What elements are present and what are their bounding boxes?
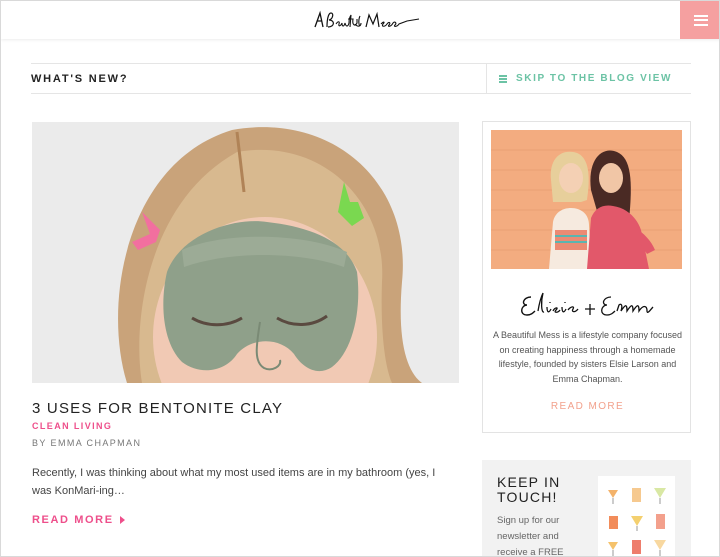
about-read-more-link[interactable]: READ MORE xyxy=(483,401,692,412)
article-category[interactable]: CLEAN LIVING xyxy=(32,421,112,431)
skip-to-blog-label: SKIP TO THE BLOG VIEW xyxy=(516,73,673,84)
founders-photo xyxy=(491,130,682,269)
logo-script-icon xyxy=(314,10,420,28)
article-author: BY EMMA CHAPMAN xyxy=(32,438,142,448)
article-image[interactable] xyxy=(32,122,459,383)
article-read-more-label: READ MORE xyxy=(32,514,114,526)
article-excerpt: Recently, I was thinking about what my m… xyxy=(32,467,436,497)
article-read-more-link[interactable]: READ MORE xyxy=(32,514,125,526)
article-title[interactable]: 3 USES FOR BENTONITE CLAY xyxy=(32,400,283,417)
newsletter-heading: KEEP IN TOUCH! xyxy=(497,474,561,505)
about-description: A Beautiful Mess is a lifestyle company … xyxy=(492,330,683,384)
page-frame: WHAT'S NEW? SKIP TO THE BLOG VIEW 3 USES… xyxy=(0,0,720,557)
skip-to-blog-link[interactable]: SKIP TO THE BLOG VIEW xyxy=(499,73,672,84)
bar-divider xyxy=(486,64,487,93)
signature-script-icon xyxy=(521,292,654,316)
top-bar xyxy=(1,1,719,39)
newsletter-card: KEEP IN TOUCH! Sign up for our newslette… xyxy=(482,460,691,557)
whats-new-title: WHAT'S NEW? xyxy=(31,73,129,85)
founders-signature xyxy=(513,287,663,323)
founders-illustration xyxy=(491,130,682,269)
list-icon xyxy=(499,74,507,83)
hamburger-icon xyxy=(693,14,708,26)
newsletter-body: Sign up for our newsletter and receive a… xyxy=(497,515,564,557)
newsletter-thumbnail[interactable] xyxy=(598,476,675,556)
face-mask-photo xyxy=(32,122,459,383)
about-card: A Beautiful Mess is a lifestyle company … xyxy=(482,121,691,433)
site-logo[interactable] xyxy=(311,7,426,33)
whats-new-bar: WHAT'S NEW? SKIP TO THE BLOG VIEW xyxy=(31,63,691,94)
caret-right-icon xyxy=(119,516,125,524)
menu-button[interactable] xyxy=(680,1,719,39)
cocktail-print-illustration xyxy=(598,476,675,556)
